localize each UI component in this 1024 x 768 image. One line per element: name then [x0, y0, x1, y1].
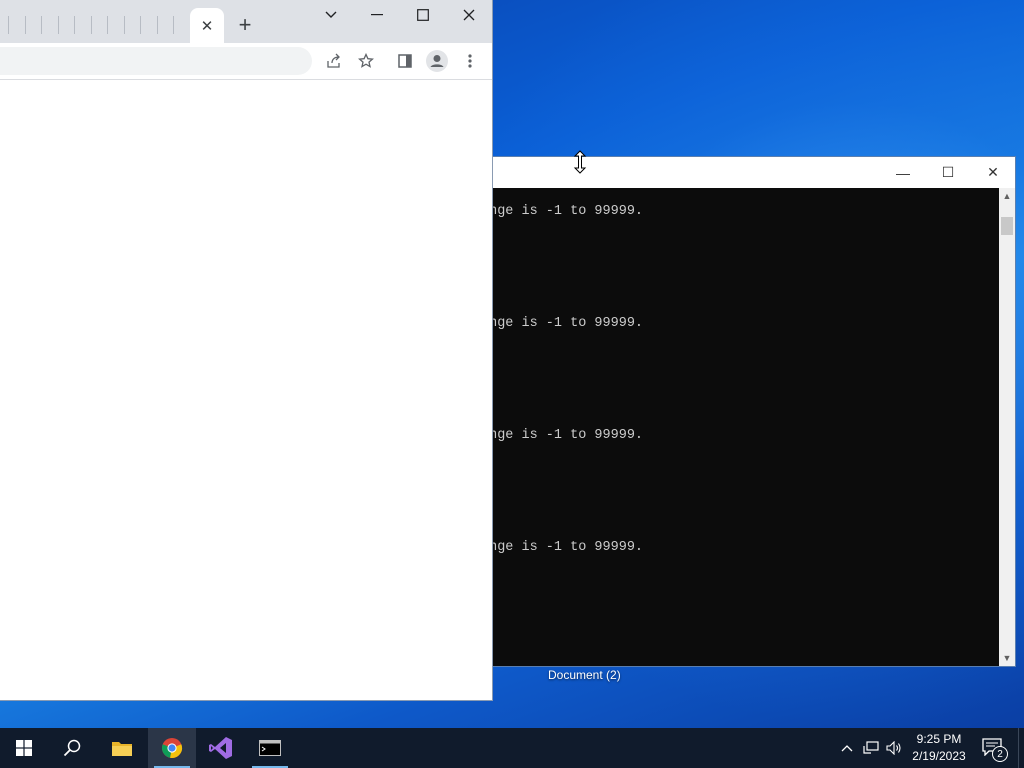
tab[interactable]: [140, 16, 141, 34]
scroll-up-arrow-icon[interactable]: ▲: [999, 188, 1015, 204]
desktop-icon-label[interactable]: Document (2): [548, 668, 621, 682]
system-clock[interactable]: 9:25 PM 2/19/2023: [908, 731, 970, 765]
console-line: ange is -1 to 99999.: [481, 204, 644, 219]
new-tab-button[interactable]: +: [232, 12, 258, 38]
chrome-maximize-button[interactable]: [400, 0, 446, 30]
chrome-tab-strip[interactable]: ✕ +: [0, 0, 492, 43]
tab[interactable]: [8, 16, 9, 34]
network-icon[interactable]: [863, 740, 879, 756]
start-button[interactable]: [0, 728, 48, 768]
tab[interactable]: [173, 16, 175, 34]
bookmark-star-icon[interactable]: [354, 49, 378, 73]
tab[interactable]: [24, 16, 26, 34]
tab[interactable]: [107, 16, 108, 34]
close-icon: [463, 9, 475, 21]
search-icon: [63, 739, 81, 757]
tab-list: [0, 14, 190, 36]
page-content[interactable]: [0, 80, 492, 700]
chevron-down-icon: [325, 11, 337, 18]
console-line: ange is -1 to 99999.: [481, 540, 644, 555]
terminal-button[interactable]: [246, 728, 294, 768]
tab[interactable]: [156, 16, 158, 34]
console-minimize-button[interactable]: —: [880, 157, 926, 188]
file-explorer-icon: [112, 742, 132, 756]
resize-cursor-icon: [573, 150, 587, 174]
start-icon: [16, 740, 32, 756]
console-scrollbar[interactable]: ▲ ▼: [999, 188, 1015, 666]
chrome-taskbar-button[interactable]: [148, 728, 196, 768]
chrome-icon: [161, 738, 183, 759]
notification-center-button[interactable]: 2: [978, 734, 1010, 764]
notification-count-badge: 2: [992, 746, 1008, 762]
maximize-icon: [417, 9, 429, 21]
tab[interactable]: [41, 16, 42, 34]
visual-studio-icon: [209, 737, 232, 759]
chrome-minimize-button[interactable]: [354, 0, 400, 30]
console-window[interactable]: — ☐ ✕ ange is -1 to 99999. ange is -1 to…: [460, 156, 1016, 667]
clock-time: 9:25 PM: [916, 732, 962, 746]
taskbar: [0, 728, 1024, 768]
tab-search-button[interactable]: [308, 0, 354, 30]
address-bar[interactable]: [0, 47, 312, 75]
tab-close-icon[interactable]: ✕: [201, 17, 214, 35]
chrome-toolbar: [0, 43, 492, 80]
console-output[interactable]: ange is -1 to 99999. ange is -1 to 99999…: [461, 188, 999, 666]
tab[interactable]: [74, 16, 75, 34]
visual-studio-button[interactable]: [197, 728, 245, 768]
tab[interactable]: [90, 16, 92, 34]
console-line: ange is -1 to 99999.: [481, 428, 644, 443]
scroll-thumb[interactable]: [1001, 217, 1013, 235]
clock-date: 2/19/2023: [912, 749, 966, 763]
console-title-bar[interactable]: — ☐ ✕: [461, 157, 1015, 188]
chrome-close-button[interactable]: [446, 0, 492, 30]
console-maximize-button[interactable]: ☐: [925, 157, 971, 188]
tab[interactable]: [123, 16, 125, 34]
tray-chevron-up-icon[interactable]: [839, 740, 855, 756]
scroll-down-arrow-icon[interactable]: ▼: [999, 650, 1015, 666]
volume-icon[interactable]: [886, 740, 902, 756]
tab[interactable]: [57, 16, 59, 34]
side-panel-icon[interactable]: [393, 49, 417, 73]
active-tab[interactable]: ✕: [190, 8, 224, 43]
file-explorer-button[interactable]: [98, 728, 146, 768]
profile-avatar-icon[interactable]: [425, 49, 449, 73]
console-line: ange is -1 to 99999.: [481, 316, 644, 331]
search-button[interactable]: [48, 728, 96, 768]
terminal-icon: [259, 740, 281, 756]
console-close-button[interactable]: ✕: [970, 157, 1016, 188]
minimize-icon: [371, 14, 383, 16]
share-icon[interactable]: [322, 49, 346, 73]
chrome-window[interactable]: ✕ +: [0, 0, 493, 701]
more-menu-icon[interactable]: [458, 49, 482, 73]
show-desktop-button[interactable]: [1018, 728, 1024, 768]
